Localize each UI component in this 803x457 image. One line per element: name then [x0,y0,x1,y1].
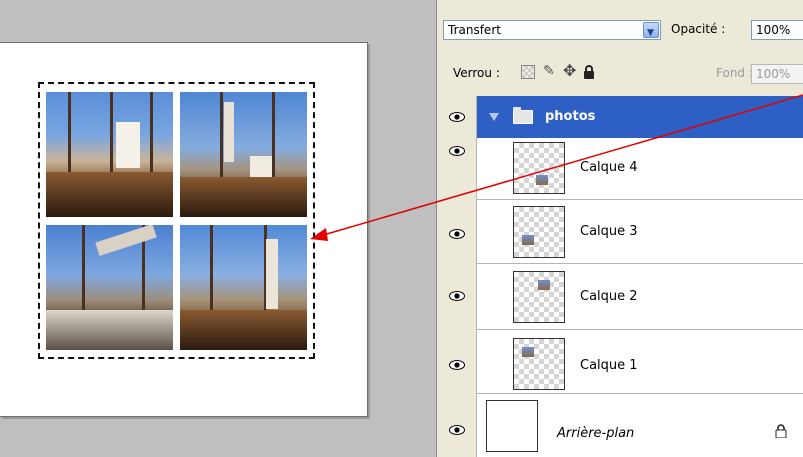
eye-icon [449,425,465,435]
lock-all-icon[interactable] [583,65,595,82]
layer-group-name: photos [545,109,596,124]
eye-icon [449,146,465,156]
opacity-value: 100% [756,23,791,37]
layers-list: photos Calque 4 Calque 3 Calque 2 Calque… [437,96,803,457]
layer-row-calque-3[interactable]: Calque 3 [437,200,803,264]
layer-name: Calque 4 [580,160,638,175]
chevron-down-icon[interactable]: ▼ [643,22,659,38]
eye-icon [449,360,465,370]
layer-name: Calque 1 [580,358,638,373]
eye-icon [449,112,465,122]
layers-panel: Transfert ▼ Opacité : 100% Verrou : ✎ ✥ … [436,0,803,457]
blend-mode-select[interactable]: Transfert ▼ [443,20,661,40]
fill-input[interactable]: 100% [751,64,803,84]
layer-thumbnail [486,400,538,452]
visibility-toggle[interactable] [437,330,477,394]
layer-row-calque-4[interactable]: Calque 4 [437,138,803,200]
lock-row: Verrou : ✎ ✥ Fond : 100% [437,60,803,90]
layer-thumbnail [513,338,565,390]
fill-value: 100% [756,67,791,81]
expand-triangle-icon[interactable] [489,113,499,121]
fill-label: Fond : [716,66,753,80]
collage-photo-bottom-right[interactable] [180,225,307,350]
layer-thumbnail [513,206,565,258]
opacity-label: Opacité : [671,22,726,36]
eye-icon [449,291,465,301]
lock-brush-icon[interactable]: ✎ [543,63,555,79]
layer-thumbnail [513,271,565,323]
layer-name: Calque 2 [580,289,638,304]
lock-move-icon[interactable]: ✥ [563,61,576,80]
layer-name: Calque 3 [580,224,638,239]
visibility-toggle[interactable] [437,200,477,264]
visibility-toggle[interactable] [437,96,477,138]
layer-row-background[interactable]: Arrière-plan [437,394,803,457]
canvas-area [0,0,432,457]
visibility-toggle[interactable] [437,394,477,457]
opacity-input[interactable]: 100% [751,20,803,40]
eye-icon [449,229,465,239]
visibility-toggle[interactable] [437,264,477,330]
lock-icon [775,424,787,441]
lock-label: Verrou : [453,66,500,80]
visibility-toggle[interactable] [437,138,477,200]
layer-row-calque-2[interactable]: Calque 2 [437,264,803,330]
blend-options-row: Transfert ▼ Opacité : 100% [437,18,803,48]
layer-row-calque-1[interactable]: Calque 1 [437,330,803,394]
layer-thumbnail [513,142,565,194]
collage-photo-bottom-left[interactable] [46,225,173,350]
blend-mode-value: Transfert [448,23,501,37]
collage-photo-top-right[interactable] [180,92,307,217]
collage-photo-top-left[interactable] [46,92,173,217]
layer-name: Arrière-plan [557,426,635,441]
lock-transparency-icon[interactable] [521,65,535,79]
layer-group-photos[interactable]: photos [437,96,803,138]
folder-icon [513,107,533,124]
